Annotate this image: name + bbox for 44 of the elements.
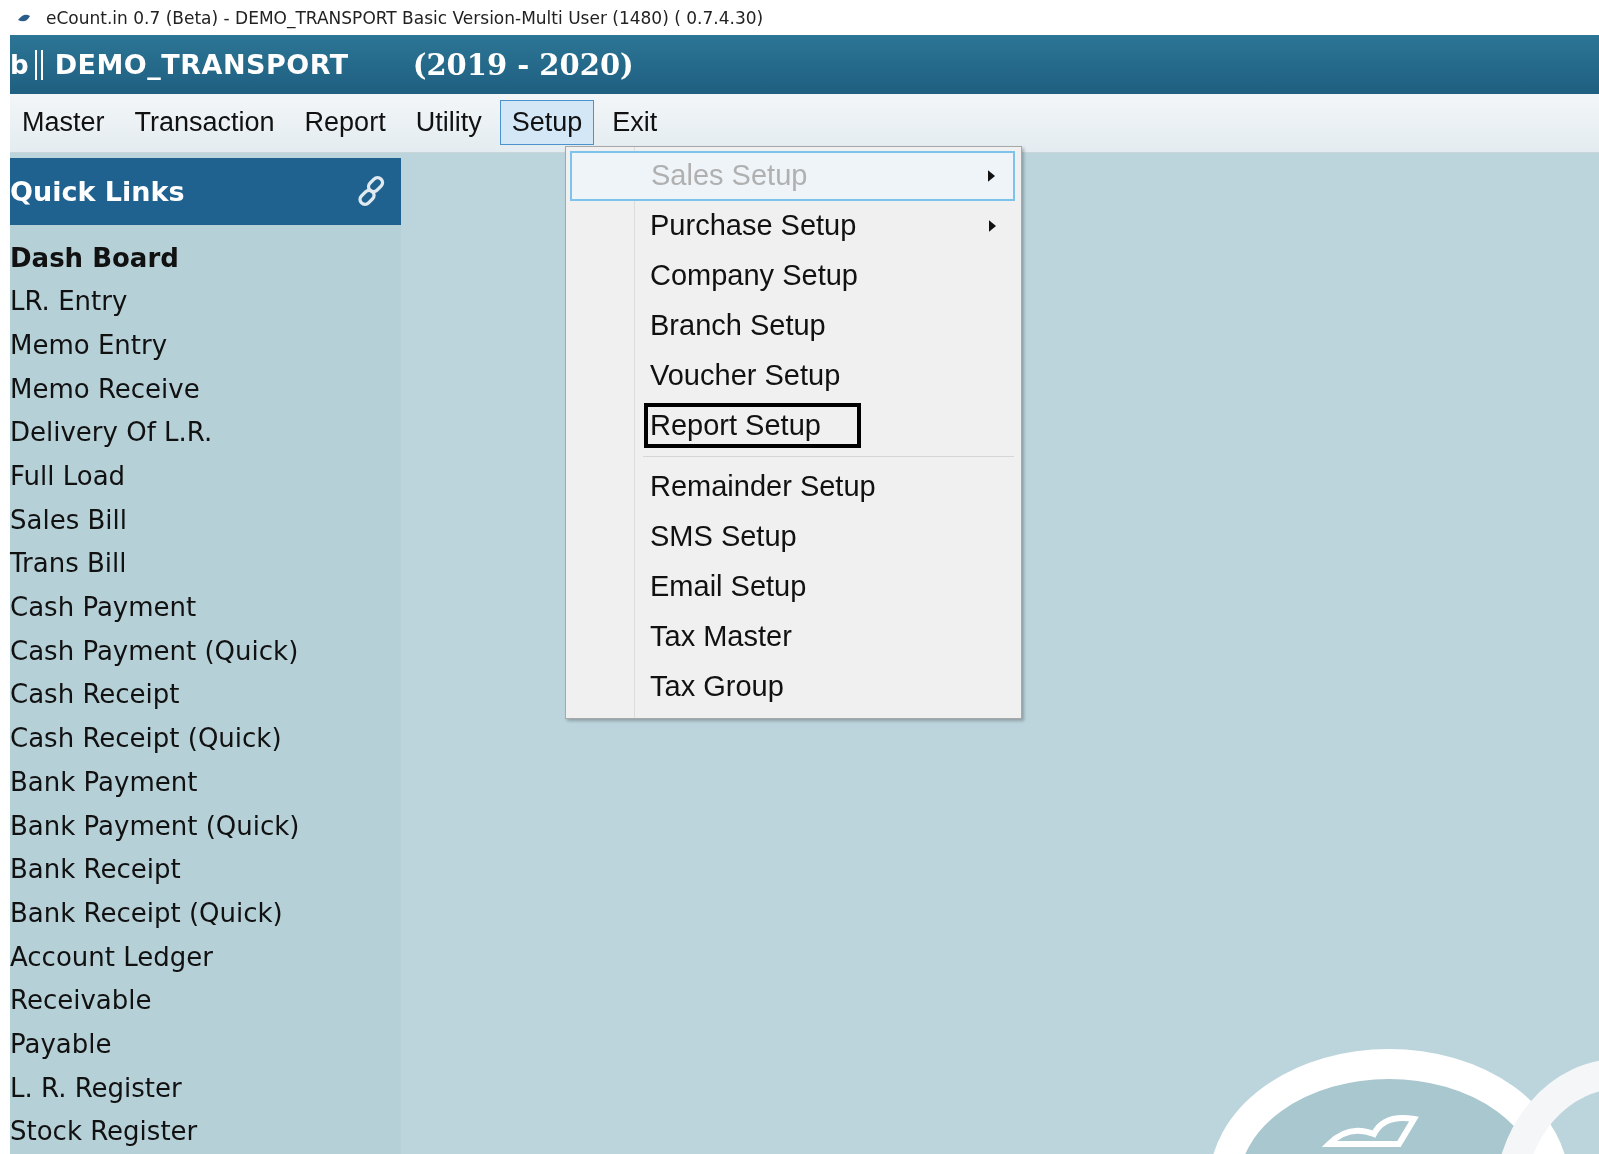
menu-option[interactable]: Remainder Setup [570, 461, 1015, 512]
menu-option[interactable]: Branch Setup [570, 300, 1015, 351]
menu-item[interactable]: Utility [403, 100, 494, 146]
window-title: eCount.in 0.7 (Beta) - DEMO_TRANSPORT Basic Version-Multi User (1480) ( 0.7.4.30) [46, 7, 764, 28]
submenu-arrow-icon [988, 169, 995, 182]
menu-option[interactable]: Voucher Setup [570, 350, 1015, 401]
quick-link[interactable]: Payable [10, 1022, 401, 1067]
quick-link[interactable]: Cash Payment (Quick) [10, 629, 401, 674]
quick-link[interactable]: Cash Receipt [10, 673, 401, 718]
quick-link[interactable]: Bank Receipt [10, 848, 401, 892]
quick-link[interactable]: Bank Receipt (Quick) [10, 891, 401, 936]
menu-item[interactable]: Report [292, 100, 398, 146]
quick-link[interactable]: Cash Payment [10, 586, 401, 630]
menu-item[interactable]: Transaction [122, 100, 287, 146]
menu-option[interactable]: SMS Setup [570, 511, 1015, 562]
quick-link[interactable]: Bank Payment (Quick) [10, 804, 401, 849]
quick-link[interactable]: Stock Register [10, 1110, 401, 1154]
quick-link[interactable]: Sales Bill [10, 498, 401, 543]
quick-link[interactable]: Cash Receipt (Quick) [10, 717, 401, 761]
menu-option[interactable]: Tax Group [570, 661, 1015, 712]
menu-option[interactable]: Tax Master [570, 611, 1015, 662]
company-name: DEMO_TRANSPORT [54, 49, 349, 81]
quick-link[interactable]: Memo Receive [10, 367, 401, 412]
quick-link[interactable]: Memo Entry [10, 323, 401, 368]
menu-option[interactable]: Company Setup [570, 250, 1015, 301]
quick-link[interactable]: Dash Board [10, 236, 401, 281]
quick-link[interactable]: Receivable [10, 979, 401, 1023]
menu-item[interactable]: Setup [499, 100, 595, 146]
menu-option[interactable]: Email Setup [570, 561, 1015, 612]
financial-year: (2019 - 2020) [412, 47, 634, 82]
quick-link[interactable]: Bank Payment [10, 760, 401, 805]
header-prefix: b [10, 49, 29, 80]
submenu-arrow-icon [989, 219, 996, 232]
separator-bars [34, 49, 43, 80]
quick-link[interactable]: Account Ledger [10, 935, 401, 980]
quick-links-title: Quick Links [10, 175, 185, 207]
quick-link[interactable]: Delivery Of L.R. [10, 411, 401, 455]
quick-link[interactable]: L. R. Register [10, 1066, 401, 1111]
menu-item[interactable]: Exit [600, 100, 670, 146]
quick-link[interactable]: LR. Entry [10, 280, 401, 324]
quick-link[interactable]: Full Load [10, 455, 401, 499]
quick-link[interactable]: Trans Bill [10, 542, 401, 587]
menu-item[interactable]: Master [10, 100, 117, 146]
menu-option[interactable]: Purchase Setup [570, 200, 1015, 251]
